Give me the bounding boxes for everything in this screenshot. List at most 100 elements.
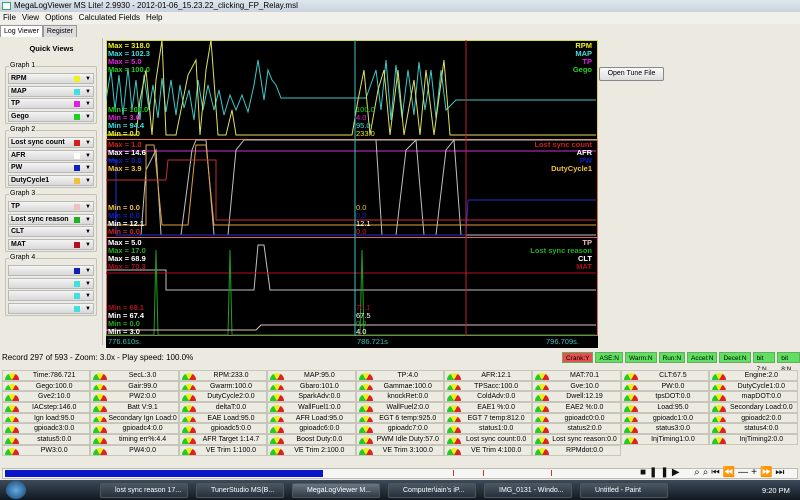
gauge-cell[interactable]: Gammae:100.0 <box>355 380 444 392</box>
gauge-cell[interactable]: CLT:67.5 <box>620 370 710 381</box>
field-select[interactable]: RPM ▼ <box>8 73 94 84</box>
color-swatch[interactable] <box>74 293 80 299</box>
gauge-cell[interactable]: VE Trim 2:100.0 <box>267 444 356 456</box>
field-select[interactable]: TP ▼ <box>8 201 94 212</box>
menu-calculated-fields[interactable]: Calculated Fields <box>79 13 140 22</box>
taskbar-item[interactable]: MegaLogViewer M... <box>292 483 380 498</box>
tab-register[interactable]: Register <box>42 25 77 37</box>
field-select[interactable]: ▼ <box>8 290 94 301</box>
field-select[interactable]: Lost sync reason ▼ <box>8 213 94 225</box>
gauge-cell[interactable]: PW4:0.0 <box>90 444 179 456</box>
stop-icon[interactable]: ■ <box>640 467 649 478</box>
chevron-down-icon[interactable]: ▼ <box>85 99 91 109</box>
gauge-cell[interactable]: IACstep:146.0 <box>2 402 91 413</box>
menu-file[interactable]: File <box>3 13 16 22</box>
chevron-down-icon[interactable]: ▼ <box>85 74 91 84</box>
rewind-icon[interactable]: ⏪ <box>723 467 738 478</box>
chevron-down-icon[interactable]: ▼ <box>85 266 91 276</box>
gauge-cell[interactable]: status2:0.0 <box>532 423 621 435</box>
chevron-down-icon[interactable]: ▼ <box>85 87 91 97</box>
gauge-cell[interactable]: AFR Load:95.0 <box>267 412 356 424</box>
gauge-cell[interactable]: status1:0.0 <box>443 423 533 435</box>
gauge-cell[interactable]: TP:4.0 <box>355 370 444 381</box>
taskbar-item[interactable]: Untitled - Paint <box>580 483 668 498</box>
gauge-cell[interactable]: Lost sync reason:0.0 <box>532 434 621 445</box>
gauge-cell[interactable]: gpioadc5:0.0 <box>178 423 268 435</box>
gauge-cell[interactable]: SparkAdv:0.0 <box>267 391 356 403</box>
color-swatch[interactable] <box>74 88 80 95</box>
gauge-cell[interactable]: Gve2:10.0 <box>2 391 91 403</box>
field-select[interactable]: ▼ <box>8 302 94 314</box>
field-select[interactable]: ▼ <box>8 277 94 289</box>
field-select[interactable]: MAP ▼ <box>8 85 94 97</box>
open-tune-file-button[interactable]: Open Tune File <box>599 67 664 81</box>
gauge-cell[interactable]: Secondary Ign Load:0 <box>90 412 179 424</box>
field-select[interactable]: ▼ <box>8 265 94 276</box>
color-swatch[interactable] <box>74 76 80 82</box>
slower-icon[interactable]: — <box>738 467 751 478</box>
gauge-cell[interactable]: gpioadc6:0.0 <box>267 423 356 435</box>
field-select[interactable]: Gego ▼ <box>8 110 94 122</box>
gauge-cell[interactable]: status3:0.0 <box>620 423 710 435</box>
field-select[interactable]: DutyCycle1 ▼ <box>8 174 94 186</box>
gauge-cell[interactable]: Gego:100.0 <box>2 380 91 392</box>
chevron-down-icon[interactable]: ▼ <box>85 279 91 289</box>
gauge-cell[interactable]: Secondary Load:0.0 <box>709 402 798 413</box>
color-swatch[interactable] <box>74 305 80 312</box>
gauge-cell[interactable]: gpioadc7:0.0 <box>355 423 444 435</box>
gauge-cell[interactable]: gpioadc0:0.0 <box>532 412 621 424</box>
chevron-down-icon[interactable]: ▼ <box>85 202 91 212</box>
gauge-cell[interactable]: deltaT:0.0 <box>178 402 268 413</box>
gauge-cell[interactable]: DutyCycle1:0.0 <box>709 380 798 392</box>
gauge-cell[interactable]: PW3:0.0 <box>2 444 91 456</box>
gauge-cell[interactable]: MAT:70.1 <box>532 370 621 381</box>
color-swatch[interactable] <box>74 165 80 171</box>
gauge-cell[interactable]: Gair:99.0 <box>90 380 179 392</box>
chevron-down-icon[interactable]: ▼ <box>85 151 91 161</box>
chevron-down-icon[interactable]: ▼ <box>85 112 91 122</box>
taskbar-item[interactable]: IMG_0131 - Windo... <box>484 483 572 498</box>
gauge-cell[interactable]: MAP:95.0 <box>267 370 356 381</box>
chevron-down-icon[interactable]: ▼ <box>85 176 91 186</box>
gauge-cell[interactable]: SecL:3.0 <box>90 370 179 381</box>
gauge-cell[interactable]: Time:786.721 <box>2 370 91 381</box>
gauge-cell[interactable]: Load:95.0 <box>620 402 710 413</box>
color-swatch[interactable] <box>74 113 80 120</box>
gauge-cell[interactable]: gpioadc4:0.0 <box>90 423 179 435</box>
gauge-cell[interactable]: status4:0.0 <box>709 423 798 435</box>
chevron-down-icon[interactable]: ▼ <box>85 304 91 314</box>
gauge-cell[interactable]: Engine:2.0 <box>709 370 798 381</box>
chevron-down-icon[interactable]: ▼ <box>85 227 91 237</box>
gauge-cell[interactable]: PWM Idle Duty:57.0 <box>355 434 444 445</box>
gauge-cell[interactable]: Lost sync count:0.0 <box>443 434 533 445</box>
gauge-cell[interactable]: EGT 7 temp:812.0 <box>443 412 533 424</box>
gauge-cell[interactable]: Dwell:12.19 <box>532 391 621 403</box>
gauge-cell[interactable]: EGT 6 temp:925.0 <box>355 412 444 424</box>
pause-icon[interactable]: ❚❚ <box>649 467 672 478</box>
faster-icon[interactable]: + <box>751 467 760 478</box>
fast-forward-icon[interactable]: ⏩ <box>760 467 775 478</box>
taskbar-item[interactable]: Computer\iain's iP... <box>388 483 476 498</box>
gauge-cell[interactable]: ColdAdv:0.0 <box>443 391 533 403</box>
gauge-cell[interactable]: InjTiming2:0.0 <box>709 434 798 445</box>
menu-options[interactable]: Options <box>45 13 73 22</box>
gauge-cell[interactable]: PW:0.0 <box>620 380 710 392</box>
color-swatch[interactable] <box>74 177 80 184</box>
skip-start-icon[interactable]: ⏮ <box>711 467 722 478</box>
zoom-in-icon[interactable]: ⌕ <box>703 467 712 478</box>
menu-view[interactable]: View <box>22 13 39 22</box>
gauge-cell[interactable]: AFR:12.1 <box>443 370 533 381</box>
log-chart[interactable]: Max = 318.0 Max = 102.3 Max = 5.0 Max = 100… <box>106 40 598 348</box>
tab-log-viewer[interactable]: Log Viewer <box>0 25 43 37</box>
gauge-cell[interactable]: Gbaro:101.0 <box>267 380 356 392</box>
chevron-down-icon[interactable]: ▼ <box>85 240 91 250</box>
gauge-cell[interactable]: VE Trim 4:100.0 <box>443 444 533 456</box>
field-select[interactable]: Lost sync count ▼ <box>8 137 94 148</box>
gauge-cell[interactable]: Gve:10.0 <box>532 380 621 392</box>
gauge-cell[interactable]: tpsDOT:0.0 <box>620 391 710 403</box>
gauge-cell[interactable]: VE Trim 1:100.0 <box>178 444 268 456</box>
gauge-cell[interactable]: Gwarm:100.0 <box>178 380 268 392</box>
color-swatch[interactable] <box>74 140 80 146</box>
chevron-down-icon[interactable]: ▼ <box>85 291 91 301</box>
gauge-cell[interactable]: Ign load:95.0 <box>2 412 91 424</box>
